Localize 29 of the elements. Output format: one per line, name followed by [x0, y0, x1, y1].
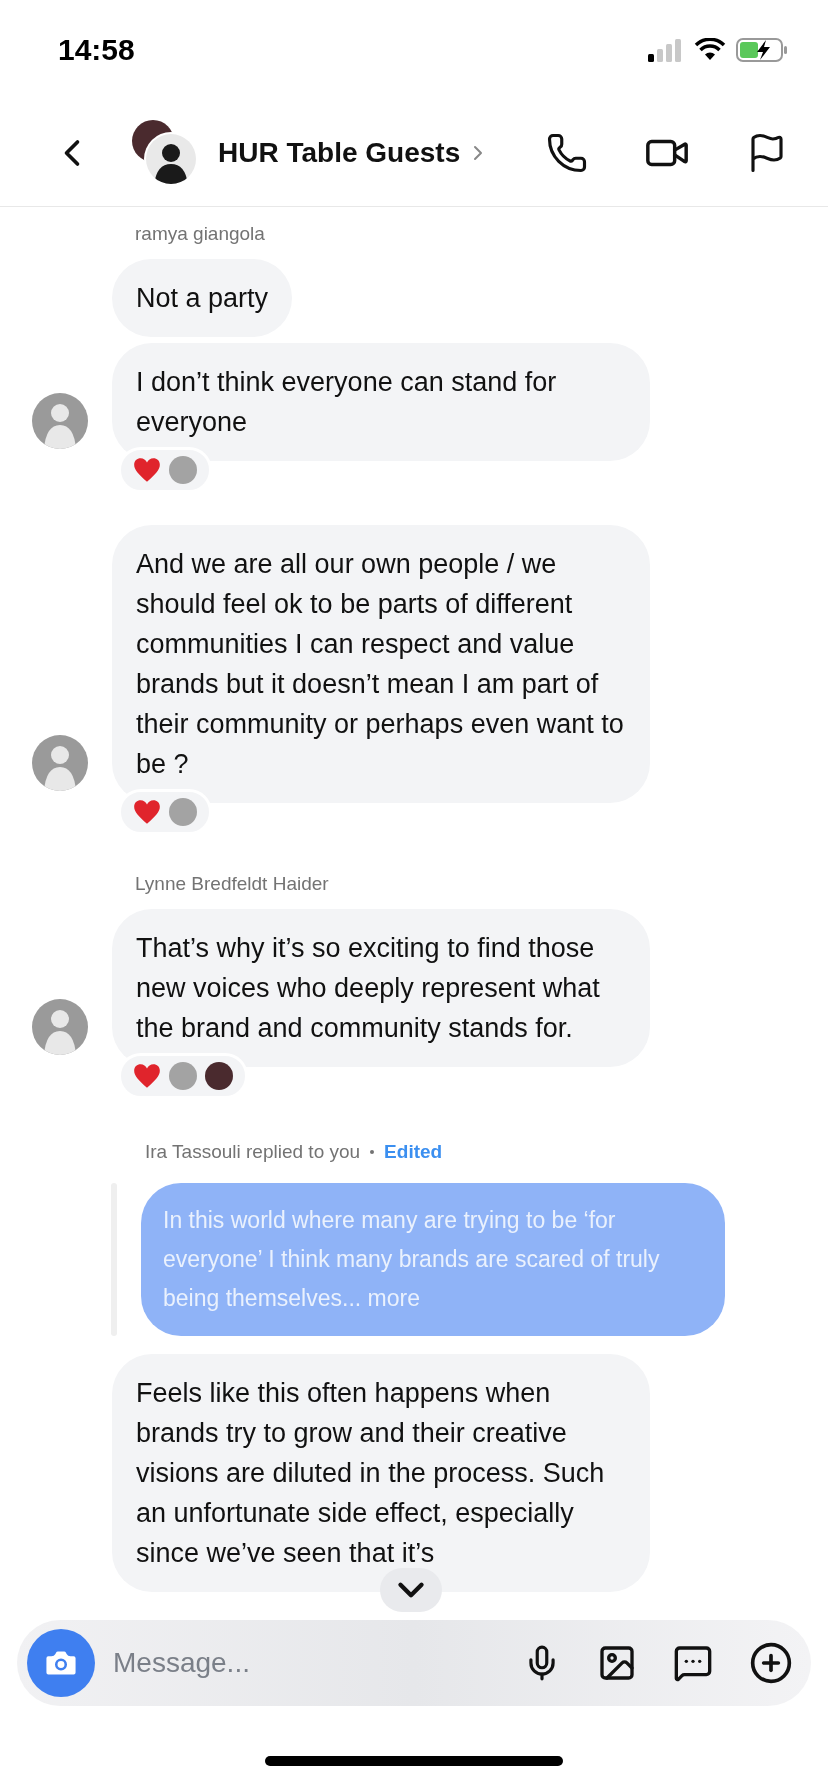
wifi-icon	[694, 38, 726, 62]
signal-icon	[648, 38, 684, 62]
reply-label: Ira Tassouli replied to you	[145, 1141, 361, 1163]
sender-avatar	[32, 735, 88, 791]
chat-bubble-icon[interactable]	[673, 1643, 713, 1683]
group-avatar[interactable]	[132, 120, 198, 186]
sender-name: ramya giangola	[135, 223, 266, 245]
heart-icon	[133, 799, 161, 825]
message-bubble: Not a party	[112, 259, 293, 337]
status-time: 14:58	[58, 33, 135, 67]
heart-icon	[133, 457, 161, 483]
plus-icon[interactable]	[749, 1641, 793, 1685]
message-bubble: Feels like this often happens when brands try to grow and their creative visions are diluted in the process. Such an unfortunate side effect, especially since we’ve seen that it’s	[112, 1354, 650, 1592]
chat-title[interactable]: HUR Table Guests	[218, 137, 461, 169]
message-bubble: I don’t think everyone can stand for everyone	[112, 343, 650, 461]
camera-button[interactable]	[27, 1629, 95, 1697]
sender-avatar	[32, 393, 88, 449]
heart-icon	[133, 1063, 161, 1089]
image-icon[interactable]	[597, 1643, 637, 1683]
message-bubble: And we are all our own people / we should feel ok to be parts of different communities I can respect and value brands but it doesn’t mean I am part of their community or perhaps even want to be ?	[112, 525, 650, 803]
message-bubble: That’s why it’s so exciting to find those new voices who deeply represent what the brand and community stands for.	[112, 909, 650, 1067]
message-field[interactable]: Message...	[111, 1646, 455, 1680]
edited-label: Edited	[384, 1141, 443, 1163]
battery-icon	[736, 37, 788, 63]
phone-icon[interactable]	[546, 132, 588, 174]
sender-name: Lynne Bredfeldt Haider	[135, 873, 330, 895]
sender-avatar	[32, 999, 88, 1055]
separator-dot	[370, 1150, 375, 1154]
scroll-down-button[interactable]	[380, 1568, 442, 1612]
